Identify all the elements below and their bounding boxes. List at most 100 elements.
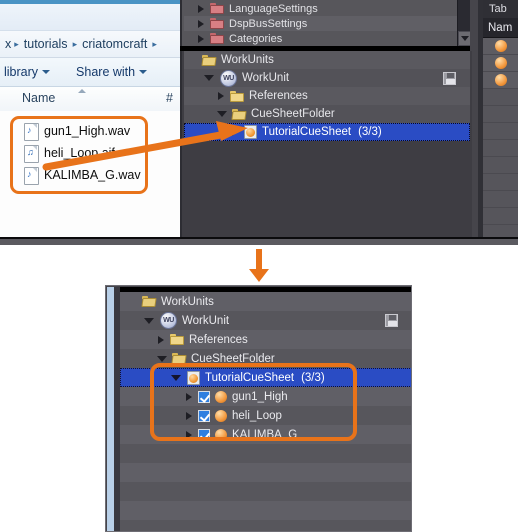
expander-expanded-icon[interactable] [157,355,167,362]
explorer-command-bar: library Share with [0,58,180,87]
explorer-toolbar-strip [0,4,180,31]
music-note-glyph: ♪ [27,124,32,135]
tree-row-empty [120,463,411,482]
table-row[interactable] [483,38,518,55]
table-row[interactable] [483,157,518,174]
table-row[interactable] [483,174,518,191]
row-checkbox[interactable] [198,390,210,403]
include-in-library-button[interactable]: library [0,65,54,79]
table-row[interactable] [483,208,518,225]
downward-flow-arrow [249,249,269,282]
orange-sphere-icon [215,390,227,403]
tree-row-references[interactable]: References [120,330,411,349]
table-row[interactable] [483,72,518,89]
tree-row-languagesettings[interactable]: LanguageSettings [184,1,460,16]
tab-header[interactable]: Tab [483,0,518,18]
column-header-name[interactable]: Nam [483,18,518,38]
save-disk-icon[interactable] [385,314,398,327]
expander-collapsed-icon[interactable] [186,430,192,439]
list-item[interactable]: ♪ KALIMBA_G.wav [24,165,141,185]
top-tree-rows: WorkUnits WU WorkUnit References CueShee… [180,51,472,239]
tree-row-gun1-high[interactable]: gun1_High [120,387,411,406]
tree-row-tutorialcuesheet[interactable]: TutorialCueSheet (3/3) [184,123,470,141]
tree-row-dspbussettings[interactable]: DspBusSettings [184,16,460,31]
tree-row-label: gun1_High [232,390,288,403]
tree-row-tutorialcuesheet[interactable]: TutorialCueSheet (3/3) [120,368,411,387]
breadcrumb[interactable]: x ▸ tutorials ▸ criatomcraft ▸ [0,31,180,58]
chevron-right-icon: ▸ [14,38,19,49]
expander-expanded-icon[interactable] [144,317,154,324]
orange-sphere-icon [494,40,507,52]
orange-sphere-icon [494,57,507,69]
tree-row-label: DspBusSettings [229,17,308,30]
bottom-tree-panel: WorkUnits WU WorkUnit References CueShee… [105,285,412,532]
list-item[interactable]: ♪ gun1_High.wav [24,121,130,141]
breadcrumb-item-criatomcraft[interactable]: criatomcraft [80,37,149,51]
expander-collapsed-icon[interactable] [186,411,192,420]
file-name: heli_Loop.aif [44,146,115,160]
table-row[interactable] [483,55,518,72]
expander-collapsed-icon[interactable] [198,34,204,43]
tree-row-label: KALIMBA_G [232,428,298,441]
expander-collapsed-icon[interactable] [232,128,238,136]
bottom-tree-rows: WorkUnits WU WorkUnit References CueShee… [120,292,411,531]
row-checkbox[interactable] [198,409,210,422]
red-folder-icon [210,3,224,14]
expander-collapsed-icon[interactable] [186,392,192,401]
orange-sphere-icon [494,74,507,86]
tree-row-label: Categories [229,32,283,45]
tree-row-cuesheetfolder[interactable]: CueSheetFolder [120,349,411,368]
tree-row-label: WorkUnit [242,72,290,84]
tree-row-label: WorkUnits [221,54,274,66]
tree-row-heli-loop[interactable]: heli_Loop [120,406,411,425]
table-row[interactable] [483,140,518,157]
table-row[interactable] [483,123,518,140]
top-tree-partial-rows: LanguageSettings DspBusSettings Categori… [180,0,478,46]
chevron-down-icon [42,70,51,74]
tree-row-workunit[interactable]: WU WorkUnit [184,69,470,87]
breadcrumb-item-tutorials[interactable]: tutorials [22,37,70,51]
orange-sphere-icon [215,428,227,441]
expander-expanded-icon[interactable] [217,111,227,117]
audio-wav-file-icon: ♪ [24,122,39,141]
table-row[interactable] [483,106,518,123]
top-tree-panel: LanguageSettings DspBusSettings Categori… [180,0,478,239]
expander-collapsed-icon[interactable] [198,4,204,13]
save-disk-icon[interactable] [443,71,456,85]
expander-collapsed-icon[interactable] [218,92,224,100]
list-item[interactable]: ♫ heli_Loop.aif [24,143,115,163]
work-unit-icon-text: WU [223,74,234,82]
red-folder-icon [210,33,224,44]
table-row[interactable] [483,89,518,106]
tree-row-label: heli_Loop [232,409,282,422]
work-unit-icon: WU [160,312,177,329]
share-with-button[interactable]: Share with [72,65,151,79]
music-note-glyph: ♪ [27,168,32,179]
expander-collapsed-icon[interactable] [158,335,164,344]
expander-collapsed-icon[interactable] [198,19,204,28]
tree-row-empty [120,482,411,501]
tree-row-workunit[interactable]: WU WorkUnit [120,311,411,330]
yellow-folder-open-icon [171,353,187,364]
column-header-name[interactable]: Name [22,91,55,105]
tree-row-categories[interactable]: Categories [184,31,460,46]
tree-row-cuesheetfolder[interactable]: CueSheetFolder [184,105,470,123]
expander-expanded-icon[interactable] [204,75,214,81]
chevron-down-icon [461,36,469,41]
share-with-label: Share with [76,65,136,79]
chevron-right-icon: ▸ [72,38,78,49]
row-checkbox[interactable] [198,428,210,441]
file-list-column-headers: Name # [0,87,180,112]
column-header-number[interactable]: # [166,91,173,105]
expander-expanded-icon[interactable] [171,374,181,381]
cue-sheet-icon [187,370,200,385]
right-side-panel: Tab Nam [478,0,518,239]
tree-row-kalimba-g[interactable]: KALIMBA_G [120,425,411,444]
breadcrumb-prefix: x [5,37,12,51]
table-row[interactable] [483,191,518,208]
tree-row-references[interactable]: References [184,87,470,105]
tree-row-workunits[interactable]: WorkUnits [120,292,411,311]
tree-row-label: CueSheetFolder [251,108,335,120]
yellow-folder-icon [230,90,244,102]
tree-row-workunits[interactable]: WorkUnits [184,51,470,69]
